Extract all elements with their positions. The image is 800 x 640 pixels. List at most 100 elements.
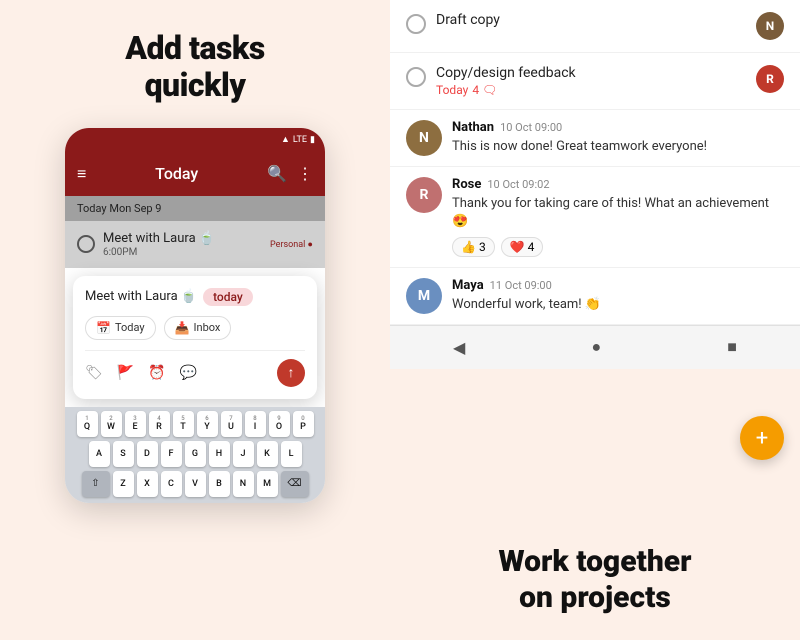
quick-add-toolbar: 🏷 🚩 ⏰ 💬 ↑ (85, 350, 305, 387)
task-checkbox[interactable] (77, 235, 95, 253)
calendar-icon: 📅 (96, 321, 111, 335)
reaction-thumbsup[interactable]: 👍 3 (452, 237, 495, 257)
key-i[interactable]: 8I (245, 411, 266, 437)
chat-time-maya: 11 Oct 09:00 (490, 279, 552, 292)
nav-back-icon[interactable]: ◀ (453, 338, 465, 357)
key-a[interactable]: A (89, 441, 110, 467)
phone-toolbar: ≡ Today 🔍 ⋮ (65, 152, 325, 196)
key-t[interactable]: 5T (173, 411, 194, 437)
key-e[interactable]: 3E (125, 411, 146, 437)
right-bottom: Work togetheron projects (390, 520, 800, 640)
key-j[interactable]: J (233, 441, 254, 467)
send-button[interactable]: ↑ (277, 359, 305, 387)
quick-add-badge[interactable]: today (203, 288, 253, 306)
quick-add-popup: Meet with Laura 🍵 today 📅 Today 📥 Inbox … (73, 276, 317, 399)
comment-icon[interactable]: 💬 (180, 365, 197, 381)
keyboard-row-3: ⇧ Z X C V B N M ⌫ (67, 471, 323, 497)
date-value: Mon Sep 9 (109, 202, 161, 215)
status-icons: ▲ LTE ▮ (281, 134, 315, 145)
key-r[interactable]: 4R (149, 411, 170, 437)
toolbar-icons: 🔍 ⋮ (267, 164, 313, 183)
right-panel: Draft copy N Copy/design feedback Today … (390, 0, 800, 640)
reaction-row-rose: 👍 3 ❤️ 4 (452, 237, 784, 257)
key-v[interactable]: V (185, 471, 206, 497)
fab-icon: + (756, 426, 768, 451)
lte-label: LTE (293, 135, 307, 145)
left-title: Add tasksquickly (125, 30, 265, 104)
avatar-letter-copy: R (756, 65, 784, 93)
keyboard-row-2: A S D F G H J K L (67, 441, 323, 467)
avatar-letter-maya: M (418, 288, 430, 304)
chat-content-nathan: Nathan 10 Oct 09:00 This is now done! Gr… (452, 120, 784, 156)
key-l[interactable]: L (281, 441, 302, 467)
menu-icon[interactable]: ≡ (77, 164, 86, 184)
task-time: 6:00PM (103, 247, 262, 258)
avatar-letter-nathan: N (419, 130, 429, 146)
inbox-button[interactable]: 📥 Inbox (164, 316, 232, 340)
send-icon: ↑ (288, 364, 295, 381)
inbox-icon: 📥 (175, 321, 190, 335)
reaction-heart[interactable]: ❤️ 4 (501, 237, 544, 257)
chat-header-nathan: Nathan 10 Oct 09:00 (452, 120, 784, 135)
keyboard: 1Q 2W 3E 4R 5T 6Y 7U 8I 9O 0P A S D F G … (65, 407, 325, 503)
key-o[interactable]: 9O (269, 411, 290, 437)
task-radio-draft[interactable] (406, 14, 426, 34)
key-h[interactable]: H (209, 441, 230, 467)
avatar-letter-rose: R (420, 187, 429, 203)
toolbar-title: Today (94, 164, 259, 183)
today-button[interactable]: 📅 Today (85, 316, 156, 340)
key-y[interactable]: 6Y (197, 411, 218, 437)
chat-content-maya: Maya 11 Oct 09:00 Wonderful work, team! … (452, 278, 784, 314)
right-title: Work togetheron projects (498, 544, 691, 616)
key-k[interactable]: K (257, 441, 278, 467)
key-u[interactable]: 7U (221, 411, 242, 437)
key-f[interactable]: F (161, 441, 182, 467)
chat-header-rose: Rose 10 Oct 09:02 (452, 177, 784, 192)
key-s[interactable]: S (113, 441, 134, 467)
avatar-letter-draft: N (756, 12, 784, 40)
avatar-rose: R (406, 177, 442, 213)
task-text-block: Meet with Laura 🍵 6:00PM (103, 231, 262, 258)
key-shift[interactable]: ⇧ (82, 471, 110, 497)
key-w[interactable]: 2W (101, 411, 122, 437)
avatar-copy: R (756, 65, 784, 93)
key-g[interactable]: G (185, 441, 206, 467)
task-name-draft: Draft copy (436, 12, 746, 28)
key-x[interactable]: X (137, 471, 158, 497)
phone-status-bar: ▲ LTE ▮ (65, 128, 325, 152)
more-icon[interactable]: ⋮ (297, 164, 313, 183)
thumbsup-count: 3 (479, 240, 486, 254)
key-d[interactable]: D (137, 441, 158, 467)
key-c[interactable]: C (161, 471, 182, 497)
chat-msg-nathan: N Nathan 10 Oct 09:00 This is now done! … (390, 110, 800, 167)
key-p[interactable]: 0P (293, 411, 314, 437)
quick-add-input-row: Meet with Laura 🍵 today (85, 288, 305, 306)
task-comments-label: 4 🗨 (472, 83, 497, 97)
left-panel: Add tasksquickly ▲ LTE ▮ ≡ Today 🔍 ⋮ Tod… (0, 0, 390, 640)
chat-name-rose: Rose (452, 177, 481, 192)
key-m[interactable]: M (257, 471, 278, 497)
fab-button[interactable]: + (740, 416, 784, 460)
key-n[interactable]: N (233, 471, 254, 497)
key-b[interactable]: B (209, 471, 230, 497)
key-q[interactable]: 1Q (77, 411, 98, 437)
key-z[interactable]: Z (113, 471, 134, 497)
phone-task-row: Meet with Laura 🍵 6:00PM Personal ● (65, 221, 325, 268)
quick-add-buttons: 📅 Today 📥 Inbox (85, 316, 305, 340)
task-label: Personal ● (270, 239, 313, 250)
task-item-copy: Copy/design feedback Today 4 🗨 R (390, 53, 800, 110)
nav-home-icon[interactable]: ● (591, 337, 601, 357)
inbox-label: Inbox (194, 321, 221, 334)
nav-recent-icon[interactable]: ■ (727, 337, 737, 357)
search-icon[interactable]: 🔍 (267, 164, 287, 183)
key-backspace[interactable]: ⌫ (281, 471, 309, 497)
date-label: Today (77, 202, 107, 215)
avatar-nathan: N (406, 120, 442, 156)
alarm-icon[interactable]: ⏰ (148, 365, 165, 381)
today-label: Today (115, 321, 145, 334)
task-radio-copy[interactable] (406, 67, 426, 87)
chat-msg-rose: R Rose 10 Oct 09:02 Thank you for taking… (390, 167, 800, 267)
flag-icon[interactable]: 🚩 (117, 365, 134, 381)
tag-icon[interactable]: 🏷 (85, 365, 103, 381)
avatar-maya: M (406, 278, 442, 314)
